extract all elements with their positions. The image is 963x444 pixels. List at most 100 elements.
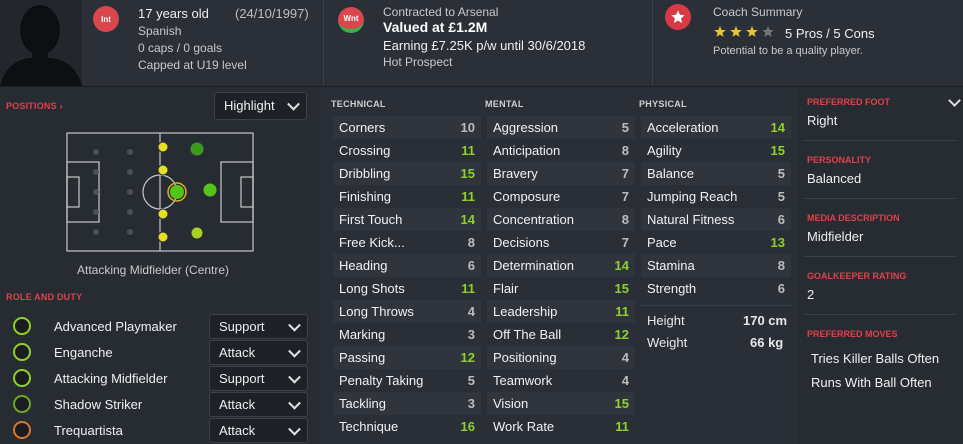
attribute-value: 14 [770,120,785,135]
role-row[interactable]: Enganche Attack [0,339,320,365]
role-row[interactable]: Trequartista Attack [0,417,320,443]
attribute-value: 8 [621,212,629,227]
attribute-row[interactable]: Work Rate 11 [487,415,635,438]
coach-star-icon [665,4,691,30]
role-suitability-icon [13,343,31,361]
role-row[interactable]: Attacking Midfielder Support [0,365,320,391]
attribute-row[interactable]: Heading 6 [333,254,481,277]
role-suitability-icon [13,317,31,335]
attribute-name: Teamwork [493,373,553,388]
pros-cons: 5 Pros / 5 Cons [785,26,875,41]
attribute-name: Strength [647,281,697,296]
personality: Balanced [807,171,862,186]
player-value: Valued at £1.2M [383,19,488,35]
highlight-dropdown[interactable]: Highlight [214,92,307,120]
attribute-row[interactable]: Anticipation 8 [487,139,635,162]
attribute-name: Crossing [339,143,391,158]
attribute-row[interactable]: Passing 12 [333,346,481,369]
attribute-value: 7 [621,235,629,250]
player-header: Int 17 years old (24/10/1997) Spanish 0 … [0,0,963,87]
attribute-row[interactable]: Concentration 8 [487,208,635,231]
physical-header: PHYSICAL [639,99,687,109]
duty-dropdown[interactable]: Attack [209,418,308,443]
attribute-value: 5 [777,166,785,181]
potential-text: Potential to be a quality player. [713,45,863,57]
attribute-value: 8 [621,143,629,158]
attribute-row[interactable]: Off The Ball 12 [487,323,635,346]
duty-value: Attack [219,345,256,360]
duty-dropdown[interactable]: Attack [209,340,308,365]
attribute-name: Tackling [339,396,386,411]
attribute-value: 6 [467,258,475,273]
attribute-row[interactable]: Crossing 11 [333,139,481,162]
attribute-row[interactable]: Stamina 8 [641,254,791,277]
attribute-name: Stamina [647,258,695,273]
attribute-row[interactable]: Balance 5 [641,162,791,185]
attribute-value: 4 [621,350,629,365]
attribute-name: Long Throws [339,304,414,319]
attribute-name: Flair [493,281,519,296]
role-duty-label: ROLE AND DUTY [6,292,83,302]
highlight-dropdown-label: Highlight [224,98,275,113]
chevron-down-icon [288,396,301,410]
player-capped-level: Capped at U19 level [138,58,247,72]
attribute-row[interactable]: Pace 13 [641,231,791,254]
chevron-down-icon [288,344,301,358]
attribute-row[interactable]: Technique 16 [333,415,481,438]
attribute-row[interactable]: Strength 6 [641,277,791,300]
attribute-value: 14 [460,212,475,227]
attribute-row[interactable]: Penalty Taking 5 [333,369,481,392]
star-icon [762,26,774,37]
attribute-name: First Touch [339,212,403,227]
duty-dropdown[interactable]: Support [209,366,308,391]
attribute-row[interactable]: Positioning 4 [487,346,635,369]
attribute-value: 5 [467,373,475,388]
attribute-row[interactable]: Composure 7 [487,185,635,208]
duty-dropdown[interactable]: Support [209,314,308,339]
role-row[interactable]: Advanced Playmaker Support [0,313,320,339]
role-suitability-icon [13,369,31,387]
player-caps: 0 caps / 0 goals [138,41,223,55]
attribute-row[interactable]: Vision 15 [487,392,635,415]
attribute-row[interactable]: Long Throws 4 [333,300,481,323]
header-divider [652,0,653,86]
attribute-row[interactable]: Flair 15 [487,277,635,300]
attribute-row[interactable]: Natural Fitness 6 [641,208,791,231]
attribute-value: 11 [461,281,475,296]
attribute-name: Corners [339,120,386,135]
attribute-row[interactable]: Teamwork 4 [487,369,635,392]
attribute-row[interactable]: Acceleration 14 [641,116,791,139]
attribute-row[interactable]: Corners 10 [333,116,481,139]
goalkeeper-rating-label: GOALKEEPER RATING [807,271,907,281]
duty-value: Support [219,319,265,334]
attribute-row[interactable]: Free Kick... 8 [333,231,481,254]
positions-link[interactable]: POSITIONS › [6,101,63,111]
role-row[interactable]: Shadow Striker Attack [0,391,320,417]
pitch-caption: Attacking Midfielder (Centre) [77,263,230,277]
attribute-row[interactable]: Bravery 7 [487,162,635,185]
attribute-value: 13 [770,235,785,250]
attribute-row[interactable]: Decisions 7 [487,231,635,254]
duty-value: Support [219,371,265,386]
attribute-name: Determination [493,258,574,273]
attribute-value: 16 [460,419,475,434]
attribute-row[interactable]: First Touch 14 [333,208,481,231]
attribute-value: 4 [621,373,629,388]
attribute-row[interactable]: Agility 15 [641,139,791,162]
attribute-row[interactable]: Marking 3 [333,323,481,346]
attribute-value: 14 [614,258,629,273]
attribute-row[interactable]: Leadership 11 [487,300,635,323]
attribute-name: Dribbling [339,166,391,181]
attribute-row[interactable]: Jumping Reach 5 [641,185,791,208]
attribute-name: Long Shots [339,281,405,296]
attribute-row[interactable]: Dribbling 15 [333,162,481,185]
attribute-row[interactable]: Determination 14 [487,254,635,277]
attribute-row[interactable]: Long Shots 11 [333,277,481,300]
attribute-row[interactable]: Finishing 11 [333,185,481,208]
attribute-row[interactable]: Aggression 5 [487,116,635,139]
coach-summary-title: Coach Summary [713,5,803,19]
attribute-name: Positioning [493,350,557,365]
attribute-row[interactable]: Tackling 3 [333,392,481,415]
duty-dropdown[interactable]: Attack [209,392,308,417]
attribute-name: Pace [647,235,677,250]
